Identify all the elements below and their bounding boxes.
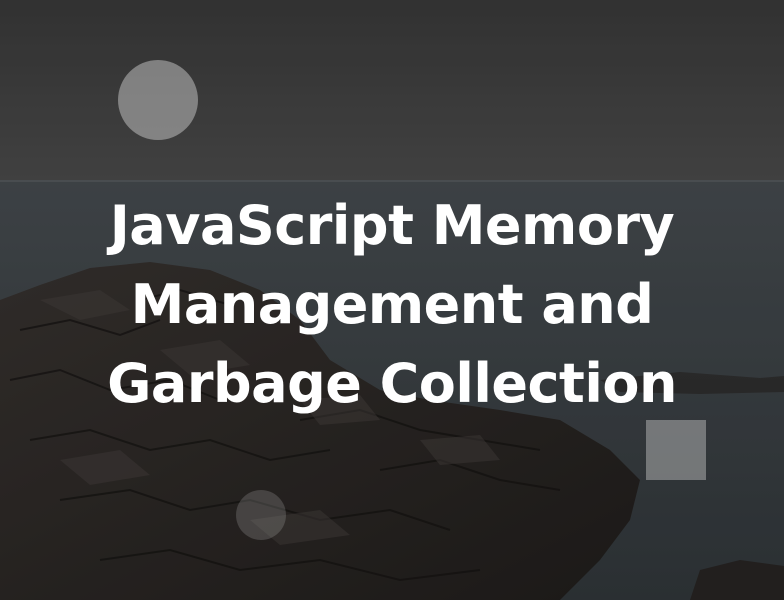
hero-title: JavaScript Memory Management and Garbage… — [0, 186, 784, 423]
decorative-small-circle — [236, 490, 286, 540]
decorative-square — [646, 420, 706, 480]
hero-title-line: Management and — [130, 273, 654, 336]
hero-title-line: Garbage Collection — [107, 352, 677, 415]
decorative-circle — [118, 60, 198, 140]
hero-banner: JavaScript Memory Management and Garbage… — [0, 0, 784, 600]
hero-title-line: JavaScript Memory — [109, 194, 675, 257]
